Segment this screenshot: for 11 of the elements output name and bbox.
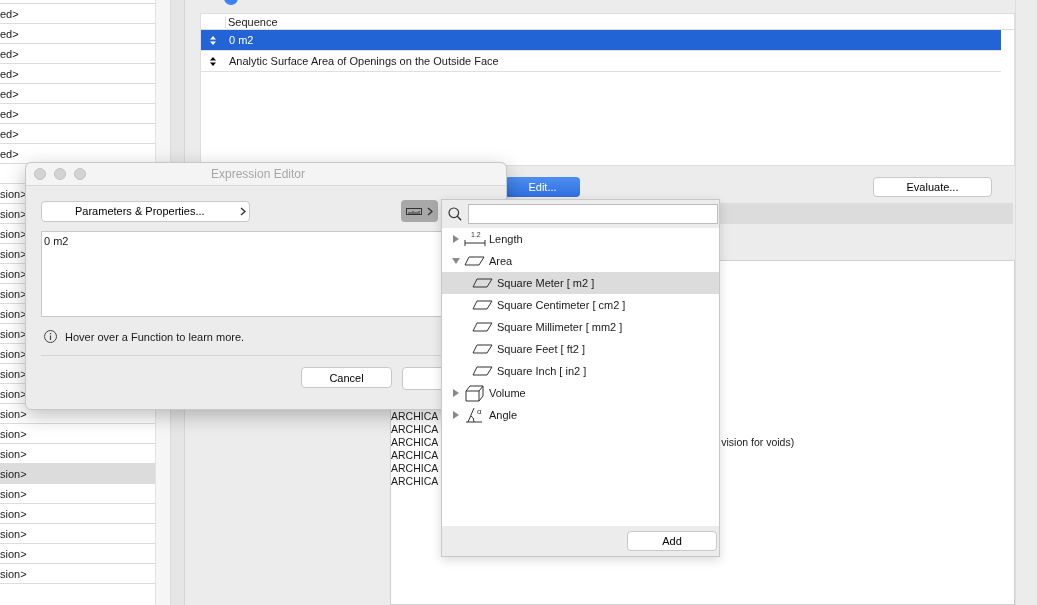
- output-text: ARCHICA: [391, 423, 439, 436]
- output-text: vision for voids): [721, 436, 795, 449]
- table-cell: 0 m2: [229, 34, 254, 46]
- output-text: ARCHICA: [391, 462, 439, 475]
- output-text: ARCHICA: [391, 436, 439, 449]
- window-title: Expression Editor: [211, 167, 306, 181]
- hint-text: Hover over a Function to learn more.: [65, 330, 245, 343]
- output-text: ARCHICA: [391, 410, 439, 423]
- output-text: ARCHICA: [391, 475, 439, 488]
- table-cell: Analytic Surface Area of Openings on the Outside Face: [229, 55, 499, 67]
- output-text: ARCHICA: [391, 449, 439, 462]
